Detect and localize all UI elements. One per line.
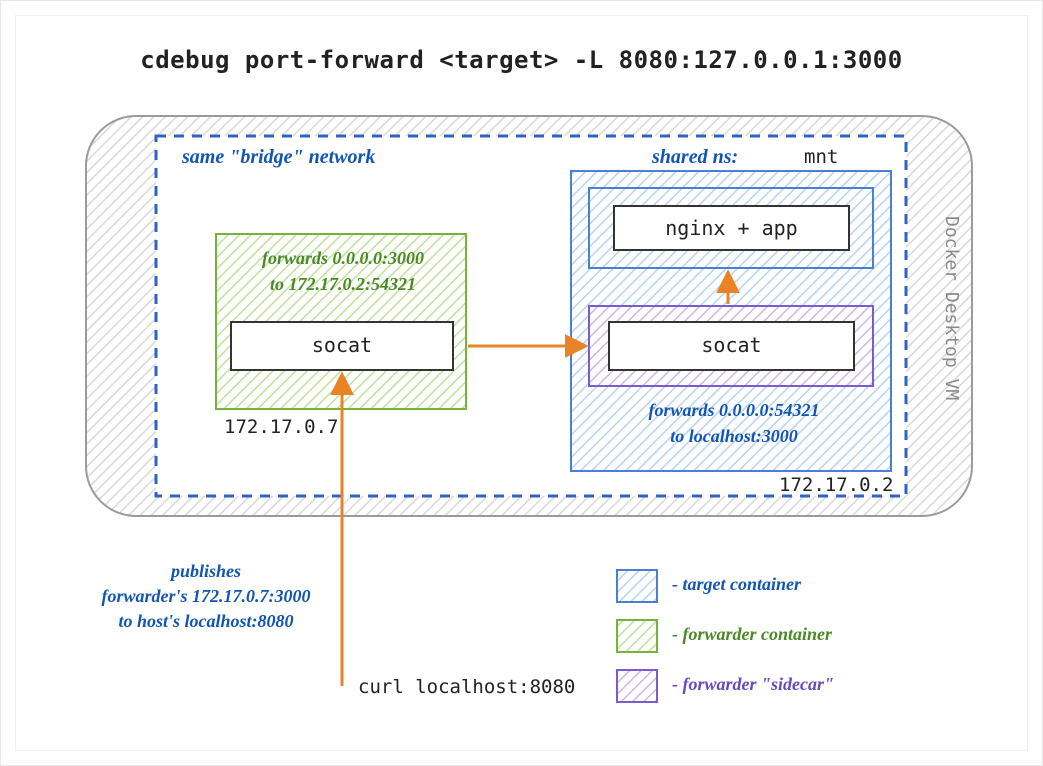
legend-target-label: - target container	[672, 574, 801, 595]
publishes-l3: to host's localhost:8080	[76, 611, 336, 632]
curl-label: curl localhost:8080	[358, 676, 575, 698]
legend-sidecar-label: - forwarder "sidecar"	[672, 674, 834, 695]
forwarder-desc-l2: to 172.17.0.2:54321	[226, 274, 460, 295]
docker-vm-label: Docker Desktop VM	[941, 216, 962, 400]
diagram-frame: cdebug port-forward <target> -L 8080:127…	[0, 0, 1043, 766]
diagram-canvas: cdebug port-forward <target> -L 8080:127…	[15, 15, 1028, 751]
legend-forwarder-label: - forwarder container	[672, 624, 832, 645]
command-title: cdebug port-forward <target> -L 8080:127…	[16, 46, 1027, 74]
mnt-label: mnt	[804, 146, 838, 168]
publishes-l2: forwarder's 172.17.0.7:3000	[76, 586, 336, 607]
legend-swatch-forwarder	[617, 620, 657, 652]
ip-target: 172.17.0.2	[779, 474, 893, 496]
socat-right-label: socat	[609, 333, 854, 357]
nginx-label: nginx + app	[614, 216, 849, 240]
sidecar-desc-l2: to localhost:3000	[579, 426, 889, 447]
legend-swatch-target	[617, 570, 657, 602]
socat-left-label: socat	[231, 333, 453, 357]
sidecar-desc-l1: forwards 0.0.0.0:54321	[579, 400, 889, 421]
ip-forwarder: 172.17.0.7	[224, 416, 338, 438]
diagram-svg	[16, 16, 1029, 752]
publishes-l1: publishes	[76, 561, 336, 582]
forwarder-desc-l1: forwards 0.0.0.0:3000	[226, 248, 460, 269]
shared-ns-label: shared ns:	[652, 146, 738, 169]
bridge-network-label: same "bridge" network	[182, 146, 375, 169]
legend-swatch-sidecar	[617, 670, 657, 702]
